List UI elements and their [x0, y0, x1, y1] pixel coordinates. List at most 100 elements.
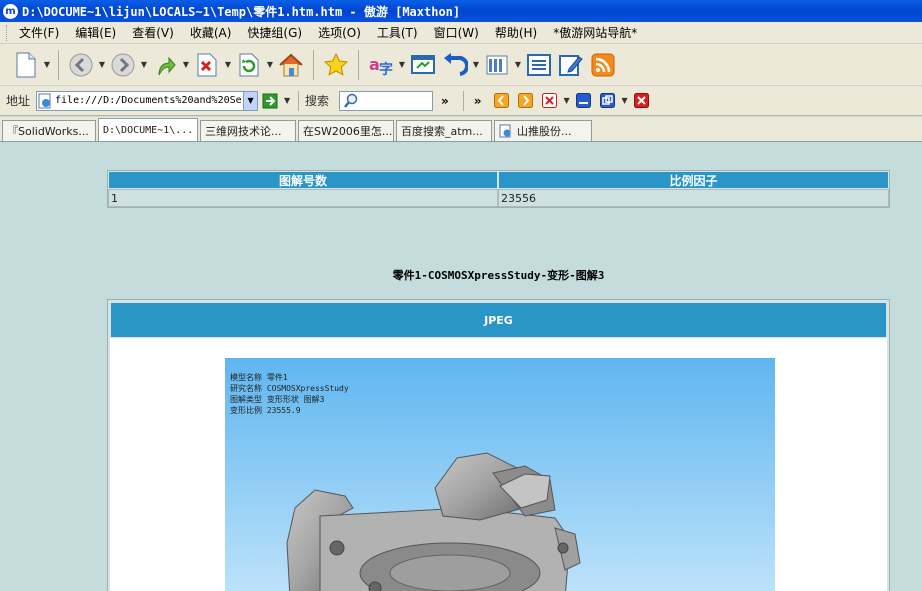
tab-shantui[interactable]: 山推股份... — [494, 120, 592, 141]
tab-label: 百度搜索_atm... — [401, 125, 483, 138]
menu-grip — [6, 24, 9, 41]
menu-edit[interactable]: 编辑(E) — [67, 24, 124, 41]
favorites-button[interactable] — [320, 48, 352, 82]
up-dropdown[interactable]: ▼ — [181, 60, 191, 69]
refresh-dropdown[interactable]: ▼ — [265, 60, 275, 69]
svg-text:字: 字 — [379, 61, 393, 78]
undo-button[interactable] — [439, 48, 471, 82]
home-button[interactable] — [275, 48, 307, 82]
image-header: JPEG — [110, 302, 887, 338]
rss-button[interactable] — [587, 48, 619, 82]
translate-button[interactable]: a字 — [365, 48, 397, 82]
more-chevron-2[interactable]: » — [474, 94, 482, 108]
search-icon — [344, 93, 358, 108]
columns-button[interactable] — [481, 48, 513, 82]
menu-window[interactable]: 窗口(W) — [426, 24, 487, 41]
table-header-row: 图解号数 比例因子 — [108, 171, 889, 189]
maxthon-logo-icon: m — [3, 3, 18, 19]
tab-3d-forum[interactable]: 三维网技术论... — [200, 120, 296, 141]
forward-dropdown[interactable]: ▼ — [139, 60, 149, 69]
menu-groups[interactable]: 快捷组(G) — [239, 24, 310, 41]
tab-label: 山推股份... — [517, 125, 572, 138]
address-url: file:///D:/Documents%20and%20Se — [55, 95, 242, 106]
tab-label: 三维网技术论... — [205, 125, 282, 138]
edit-icon — [559, 54, 583, 76]
menu-site-nav[interactable]: *傲游网站导航* — [545, 24, 645, 41]
chevron-down-icon[interactable]: ▼ — [243, 91, 258, 110]
title-bar: m D:\DOCUME~1\lijun\LOCALS~1\Temp\零件1.ht… — [0, 0, 922, 22]
main-toolbar: ▼ ▼ ▼ ▼ ▼ ▼ a字 ▼ ▼ ▼ — [0, 44, 922, 86]
prev-tab-button[interactable] — [492, 91, 512, 111]
translate-icon: a字 — [369, 55, 393, 78]
tab-label: D:\DOCUME~1\... — [103, 124, 194, 136]
plot-caption: 零件1-COSMOSXpressStudy-变形-图解3 — [392, 269, 605, 282]
search-input[interactable] — [339, 90, 434, 111]
menu-view[interactable]: 查看(V) — [124, 24, 182, 41]
minimize-tab-button[interactable] — [574, 91, 594, 111]
restore-tab-button[interactable] — [598, 91, 618, 111]
back-button[interactable] — [65, 48, 97, 82]
menu-help[interactable]: 帮助(H) — [487, 24, 545, 41]
back-dropdown[interactable]: ▼ — [97, 60, 107, 69]
tab-label: 在SW2006里怎... — [303, 125, 393, 138]
toolbar-separator — [58, 49, 59, 80]
stop-icon — [197, 53, 217, 76]
refresh-button[interactable] — [233, 48, 265, 82]
menu-options[interactable]: 选项(O) — [310, 24, 369, 41]
close-icon — [542, 93, 558, 108]
translate-dropdown[interactable]: ▼ — [397, 60, 407, 69]
address-input[interactable]: file:///D:/Documents%20and%20Se ▼ — [36, 90, 259, 111]
rss-icon — [591, 53, 615, 76]
tab-sw2006[interactable]: 在SW2006里怎... — [298, 120, 394, 141]
plot-table: 图解号数 比例因子 1 23556 — [107, 170, 890, 208]
tab-solidworks[interactable]: 『SolidWorks... — [2, 120, 96, 141]
close-tab-button[interactable] — [540, 91, 560, 111]
go-button[interactable] — [260, 91, 280, 111]
restore-dropdown[interactable]: ▼ — [620, 96, 630, 105]
menu-favorites[interactable]: 收藏(A) — [182, 24, 240, 41]
undo-dropdown[interactable]: ▼ — [471, 60, 481, 69]
minimize-icon — [576, 93, 592, 108]
menu-file[interactable]: 文件(F) — [11, 24, 67, 41]
edit-button[interactable] — [555, 48, 587, 82]
tab-bar: 『SolidWorks... D:\DOCUME~1\... 三维网技术论...… — [0, 117, 922, 142]
menu-tools[interactable]: 工具(T) — [369, 24, 426, 41]
image-cell: 模型名称 零件1 研究名称 COSMOSXpressStudy 图解类型 变形形… — [110, 338, 887, 591]
close-window-button[interactable] — [632, 91, 652, 111]
list-icon — [527, 53, 551, 76]
go-dropdown[interactable]: ▼ — [282, 96, 292, 105]
new-page-button[interactable] — [10, 48, 42, 82]
cell-plot-number: 1 — [108, 189, 498, 207]
header-plot-number: 图解号数 — [108, 171, 498, 189]
cell-scale-factor: 23556 — [498, 189, 889, 207]
list-button[interactable] — [523, 48, 555, 82]
table-row: 1 23556 — [108, 189, 889, 207]
tab-current-document[interactable]: D:\DOCUME~1\... — [98, 118, 198, 141]
home-icon — [279, 53, 303, 76]
next-tab-icon — [518, 93, 534, 108]
image-table: JPEG 模型名称 零件1 研究名称 COSMOSXpressStudy 图解类… — [107, 299, 890, 591]
tab-baidu-search[interactable]: 百度搜索_atm... — [396, 120, 492, 141]
more-chevron[interactable]: » — [441, 94, 449, 108]
page-icon — [499, 124, 511, 138]
restore-icon — [600, 93, 616, 108]
window-title: D:\DOCUME~1\lijun\LOCALS~1\Temp\零件1.htm.… — [22, 4, 461, 19]
toolbar-separator — [358, 49, 359, 80]
menu-bar: 文件(F) 编辑(E) 查看(V) 收藏(A) 快捷组(G) 选项(O) 工具(… — [0, 22, 922, 44]
stop-dropdown[interactable]: ▼ — [223, 60, 233, 69]
close-dropdown[interactable]: ▼ — [562, 96, 572, 105]
screen-button[interactable] — [407, 48, 439, 82]
up-icon — [158, 56, 176, 75]
columns-dropdown[interactable]: ▼ — [513, 60, 523, 69]
page-content: 图解号数 比例因子 1 23556 零件1-COSMOSXpressStudy-… — [0, 142, 922, 591]
columns-icon — [486, 55, 508, 74]
undo-icon — [444, 52, 468, 76]
stop-button[interactable] — [191, 48, 223, 82]
forward-button[interactable] — [107, 48, 139, 82]
new-page-dropdown[interactable]: ▼ — [42, 60, 52, 69]
deformation-plot-image: 模型名称 零件1 研究名称 COSMOSXpressStudy 图解类型 变形形… — [225, 358, 775, 591]
forward-icon — [111, 53, 135, 76]
toolbar-separator — [313, 49, 314, 80]
next-tab-button[interactable] — [516, 91, 536, 111]
up-button[interactable] — [149, 48, 181, 82]
